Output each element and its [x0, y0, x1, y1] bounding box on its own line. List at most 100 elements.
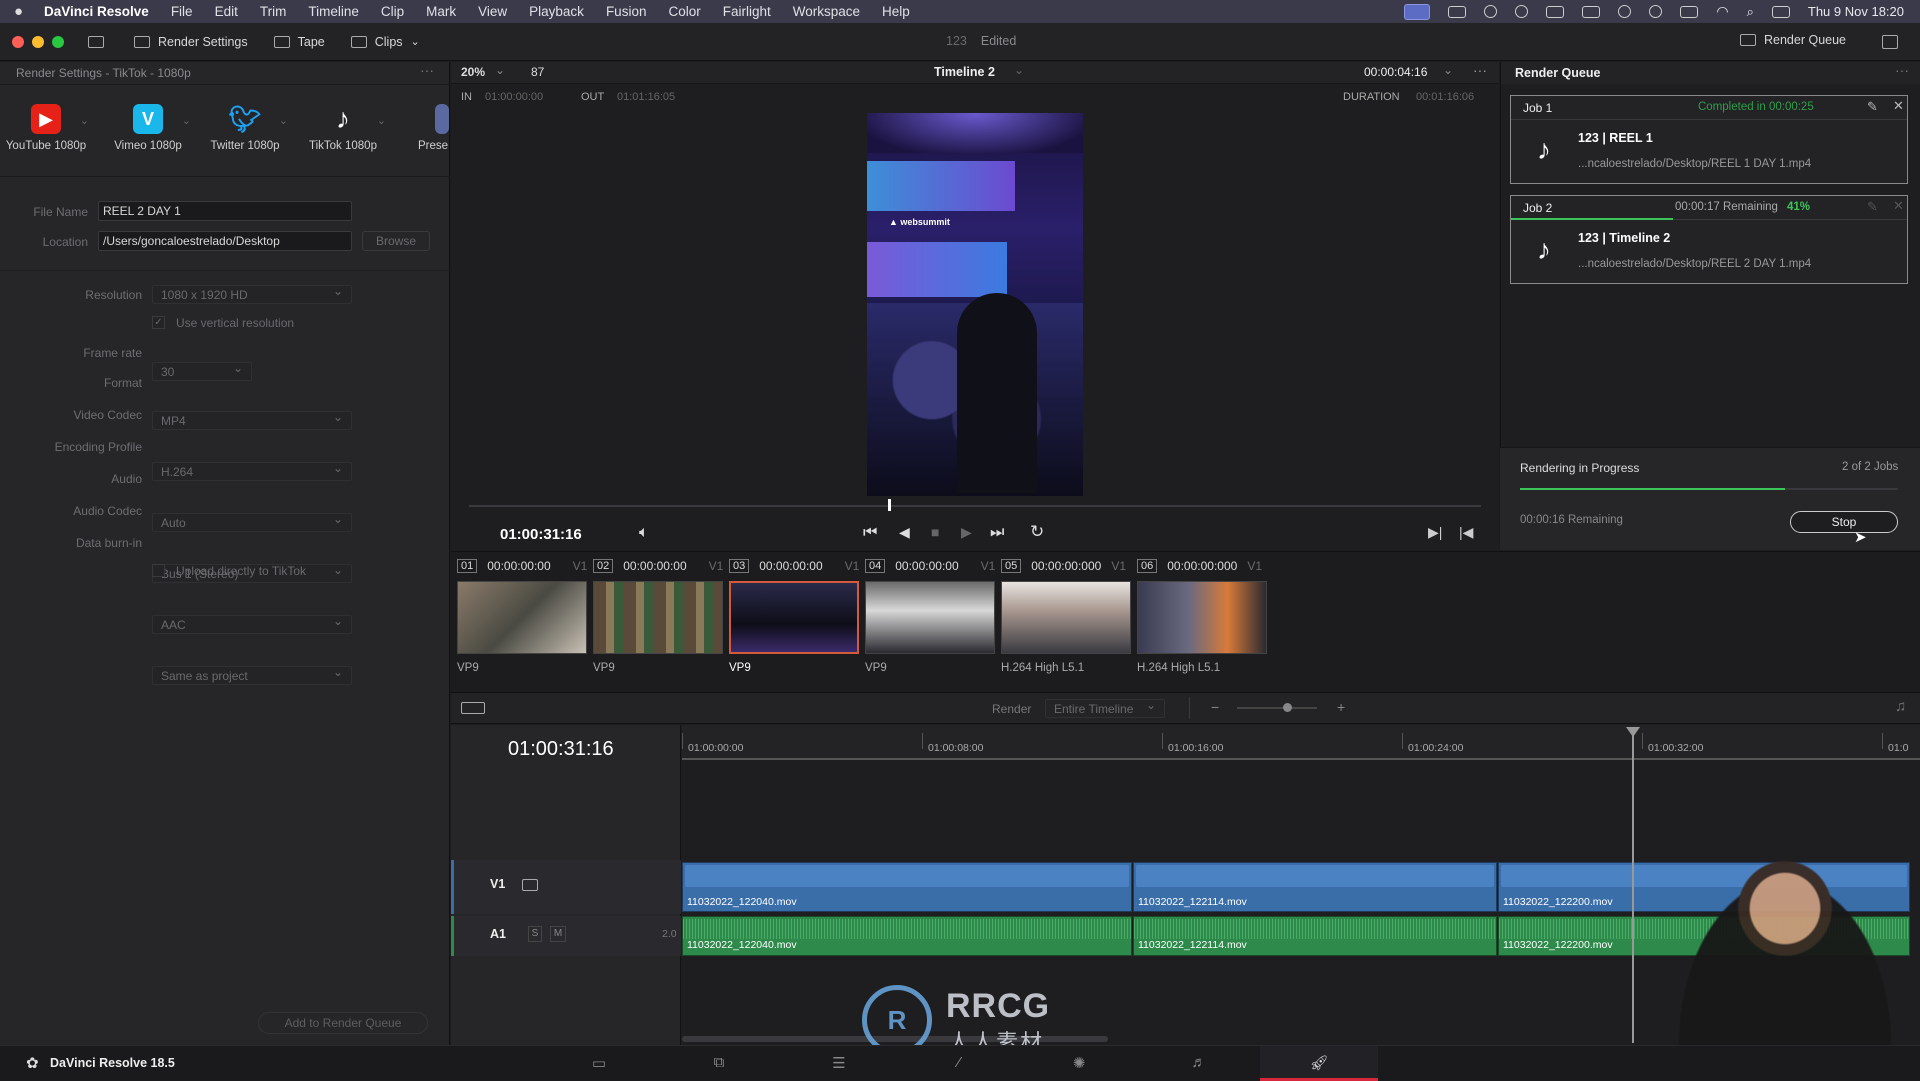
- video-clip-2[interactable]: 11032022_122114.mov: [1133, 862, 1497, 912]
- fairlight-page-icon[interactable]: ♬: [1189, 1054, 1209, 1071]
- zoom-in-icon[interactable]: +: [1337, 699, 1345, 715]
- preset-tiktok[interactable]: ♪ TikTok 1080p ⌄: [298, 103, 388, 152]
- menu-fusion[interactable]: Fusion: [606, 4, 647, 19]
- tape-toggle[interactable]: Tape: [273, 35, 325, 49]
- render-job-2[interactable]: Job 2 00:00:17 Remaining 41% ✎ ✕ ♪ 123 |…: [1510, 195, 1908, 284]
- file-name-input[interactable]: REEL 2 DAY 1: [98, 201, 352, 221]
- format-select[interactable]: MP4: [152, 410, 352, 430]
- screen-share-icon[interactable]: [1404, 3, 1431, 20]
- viewer-options-icon[interactable]: ···: [1473, 62, 1487, 78]
- clip-thumbnail-5[interactable]: [1001, 581, 1131, 654]
- resolution-select[interactable]: 1080 x 1920 HD: [152, 284, 352, 304]
- frame-rate-select[interactable]: 30: [152, 361, 252, 381]
- volume-icon[interactable]: 🔈︎: [639, 524, 649, 542]
- chevron-down-icon[interactable]: ⌄: [1443, 63, 1453, 77]
- color-page-icon[interactable]: ✺: [1069, 1054, 1089, 1072]
- stop-icon[interactable]: ■: [931, 524, 939, 540]
- menu-fairlight[interactable]: Fairlight: [723, 4, 771, 19]
- deliver-page-icon[interactable]: 🚀︎: [1309, 1054, 1329, 1072]
- close-window-button[interactable]: [12, 35, 24, 48]
- encoding-profile-select[interactable]: Auto: [152, 512, 352, 532]
- clips-toggle[interactable]: Clips ⌄: [350, 35, 420, 49]
- chevron-down-icon[interactable]: ⌄: [279, 114, 288, 127]
- timeline-name[interactable]: Timeline 2: [934, 65, 995, 79]
- video-clip-1[interactable]: 11032022_122040.mov: [682, 862, 1132, 912]
- preset-twitter[interactable]: 🐦︎ Twitter 1080p ⌄: [200, 104, 290, 153]
- skip-forward-icon[interactable]: ⏭︎: [990, 524, 1004, 542]
- menu-help[interactable]: Help: [882, 4, 910, 19]
- menu-trim[interactable]: Trim: [260, 4, 287, 19]
- chevron-down-icon[interactable]: ⌄: [80, 114, 89, 127]
- wifi-icon[interactable]: ◠: [1716, 3, 1728, 20]
- menu-view[interactable]: View: [478, 4, 507, 19]
- vertical-resolution-checkbox[interactable]: ✓: [152, 316, 165, 329]
- clip-thumbnail-6[interactable]: [1137, 581, 1267, 654]
- browse-button[interactable]: Browse: [362, 231, 430, 251]
- a1-track-header[interactable]: A1 S M 2.0: [451, 916, 681, 956]
- playhead-line[interactable]: [1632, 733, 1634, 1043]
- preset-custom[interactable]: Prese: [405, 104, 450, 152]
- chevron-down-icon[interactable]: ⌄: [182, 114, 191, 127]
- expand-icon[interactable]: [1882, 35, 1898, 49]
- minimize-window-button[interactable]: [32, 35, 44, 48]
- audio-meter-icon[interactable]: ♫: [1895, 698, 1906, 715]
- calendar-icon[interactable]: [1546, 5, 1565, 18]
- zoom-out-icon[interactable]: −: [1211, 699, 1219, 715]
- render-job-1[interactable]: Job 1 Completed in 00:00:25 ✎ ✕ ♪ 123 | …: [1510, 95, 1908, 184]
- preset-vimeo[interactable]: V Vimeo 1080p ⌄: [103, 104, 193, 152]
- zoom-slider-handle[interactable]: [1283, 703, 1292, 712]
- menu-timeline[interactable]: Timeline: [308, 4, 359, 19]
- scrubber-handle[interactable]: [888, 499, 891, 511]
- render-scope-select[interactable]: Entire Timeline: [1045, 698, 1165, 718]
- prev-edit-icon[interactable]: |◀: [1459, 524, 1473, 541]
- preset-youtube[interactable]: ▶ YouTube 1080p ⌄: [1, 104, 91, 152]
- audio-codec-select[interactable]: AAC: [152, 614, 352, 634]
- viewer-scrubber[interactable]: [469, 505, 1481, 507]
- menu-file[interactable]: File: [171, 4, 193, 19]
- location-input[interactable]: /Users/goncaloestrelado/Desktop: [98, 231, 352, 251]
- loop-icon[interactable]: ↻: [1030, 522, 1044, 542]
- edit-job-icon[interactable]: ✎: [1867, 99, 1878, 115]
- app-menu[interactable]: DaVinci Resolve: [44, 4, 149, 19]
- mute-button[interactable]: M: [550, 926, 566, 942]
- menu-mark[interactable]: Mark: [426, 4, 456, 19]
- timeline-ruler[interactable]: [682, 725, 1920, 760]
- remove-job-icon[interactable]: ✕: [1893, 98, 1904, 114]
- clip-thumbnail-3[interactable]: [729, 581, 859, 654]
- maximize-window-button[interactable]: [52, 35, 64, 48]
- panel-options-icon[interactable]: ···: [420, 62, 434, 78]
- audio-clip-1[interactable]: 11032022_122040.mov: [682, 916, 1132, 956]
- apple-icon[interactable]: ●: [14, 3, 44, 20]
- add-to-render-queue-button[interactable]: Add to Render Queue: [258, 1012, 428, 1034]
- play-reverse-icon[interactable]: ◀: [899, 524, 910, 541]
- control-center-icon[interactable]: [1771, 5, 1790, 18]
- next-edit-icon[interactable]: ▶|: [1428, 524, 1442, 541]
- user-icon[interactable]: [1618, 5, 1632, 18]
- skip-back-icon[interactable]: ⏮︎: [863, 524, 877, 542]
- play-status-icon[interactable]: [1515, 5, 1529, 18]
- menu-clip[interactable]: Clip: [381, 4, 404, 19]
- zoom-slider[interactable]: [1237, 707, 1317, 709]
- video-codec-select[interactable]: H.264: [152, 461, 352, 481]
- upload-tiktok-checkbox[interactable]: [152, 564, 165, 577]
- cut-page-icon[interactable]: ⧉: [709, 1054, 729, 1071]
- battery-icon[interactable]: [1680, 5, 1699, 18]
- menu-color[interactable]: Color: [668, 4, 700, 19]
- chevron-down-icon[interactable]: ⌄: [1014, 63, 1024, 77]
- solo-button[interactable]: S: [528, 926, 542, 942]
- display-icon[interactable]: [1582, 5, 1601, 18]
- queue-options-icon[interactable]: ···: [1895, 62, 1909, 78]
- media-page-icon[interactable]: ▭: [589, 1054, 609, 1072]
- zoom-select[interactable]: 20%: [461, 65, 485, 79]
- chevron-down-icon[interactable]: ⌄: [377, 114, 386, 127]
- stop-button[interactable]: Stop: [1790, 511, 1898, 533]
- play-icon[interactable]: ▶: [961, 524, 972, 541]
- menu-workspace[interactable]: Workspace: [793, 4, 860, 19]
- record-icon[interactable]: [1448, 5, 1467, 18]
- track-video-icon[interactable]: [522, 879, 538, 891]
- clip-thumbnail-4[interactable]: [865, 581, 995, 654]
- menubar-clock[interactable]: Thu 9 Nov 18:20: [1808, 4, 1904, 19]
- timeline-view-icon[interactable]: [461, 702, 485, 714]
- burnin-select[interactable]: Same as project: [152, 665, 352, 685]
- clip-thumbnail-2[interactable]: [593, 581, 723, 654]
